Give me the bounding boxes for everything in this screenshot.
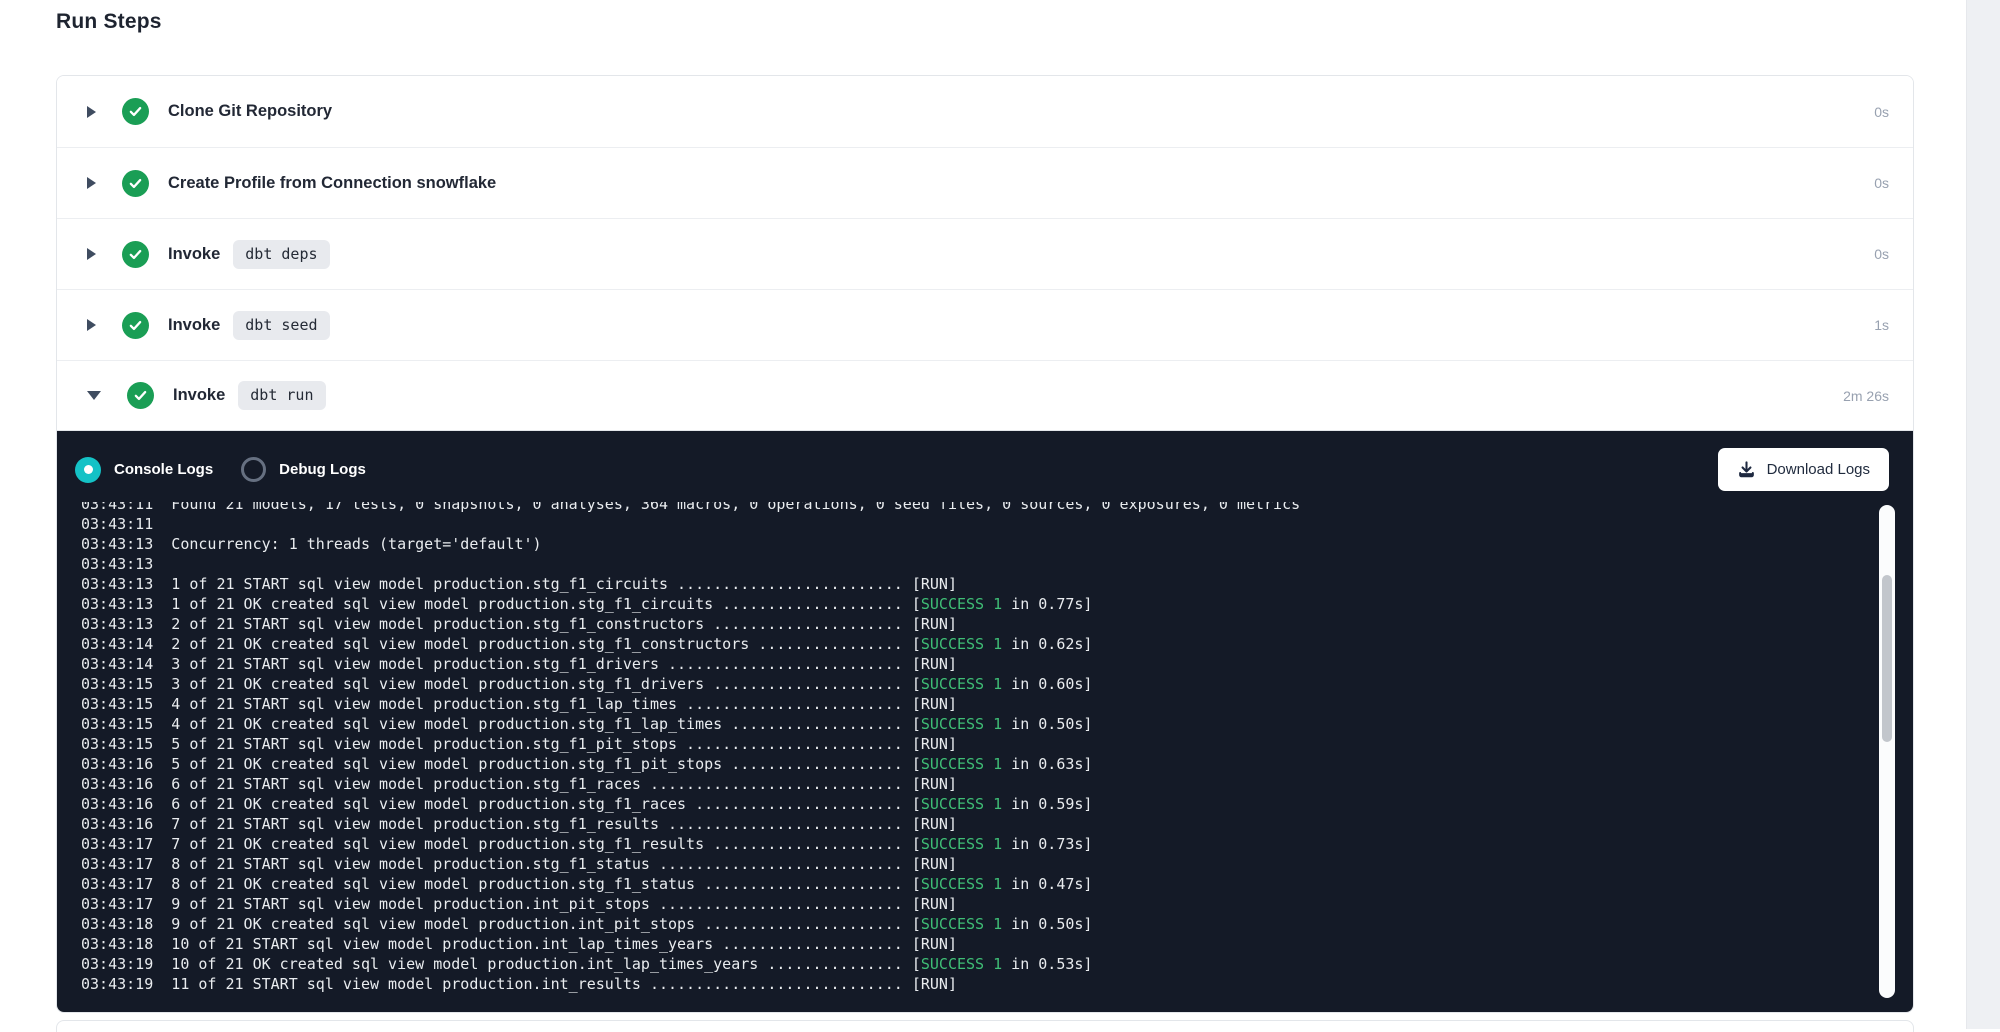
log-line: 03:43:13 1 of 21 OK created sql view mod… xyxy=(81,594,1873,614)
log-line: 03:43:16 6 of 21 START sql view model pr… xyxy=(81,774,1873,794)
step-command-chip: dbt run xyxy=(238,381,325,410)
log-line: 03:43:18 10 of 21 START sql view model p… xyxy=(81,934,1873,954)
log-line: 03:43:13 2 of 21 START sql view model pr… xyxy=(81,614,1873,634)
log-line: 03:43:15 4 of 21 START sql view model pr… xyxy=(81,694,1873,714)
step-duration: 0s xyxy=(1874,175,1889,191)
log-tab-label: Console Logs xyxy=(114,461,213,478)
log-line: 03:43:13 Concurrency: 1 threads (target=… xyxy=(81,534,1873,554)
success-check-icon xyxy=(122,312,149,339)
page-title: Run Steps xyxy=(56,10,162,34)
log-line: 03:43:13 xyxy=(81,554,1873,574)
success-check-icon xyxy=(122,170,149,197)
step-duration: 1s xyxy=(1874,317,1889,333)
radio-icon xyxy=(75,457,101,483)
chevron-icon[interactable] xyxy=(87,248,96,260)
log-tab[interactable]: Console Logs xyxy=(75,457,213,483)
log-line: 03:43:11 Found 21 models, 17 tests, 0 sn… xyxy=(81,502,1873,514)
run-steps-list: Clone Git Repository 0s Create Profile f… xyxy=(57,76,1913,430)
run-steps-card: Clone Git Repository 0s Create Profile f… xyxy=(56,75,1914,1013)
console-scrollbar-thumb[interactable] xyxy=(1882,575,1892,742)
log-line: 03:43:11 xyxy=(81,514,1873,534)
radio-icon xyxy=(241,457,266,482)
console-scrollbar[interactable] xyxy=(1879,505,1895,998)
log-line: 03:43:17 7 of 21 OK created sql view mod… xyxy=(81,834,1873,854)
log-line: 03:43:14 3 of 21 START sql view model pr… xyxy=(81,654,1873,674)
step-row[interactable]: Invoke dbt deps 0s xyxy=(57,218,1913,289)
step-row[interactable]: Invoke dbt seed 1s xyxy=(57,289,1913,360)
step-row[interactable]: Clone Git Repository 0s xyxy=(57,76,1913,147)
step-command-chip: dbt deps xyxy=(233,240,329,269)
console-header: Console Logs Debug Logs Download Logs xyxy=(57,431,1913,502)
chevron-icon[interactable] xyxy=(87,391,101,400)
step-label: Create Profile from Connection snowflake xyxy=(168,174,496,193)
chevron-icon[interactable] xyxy=(87,177,96,189)
log-line: 03:43:19 11 of 21 START sql view model p… xyxy=(81,974,1873,994)
log-line: 03:43:17 8 of 21 START sql view model pr… xyxy=(81,854,1873,874)
step-duration: 0s xyxy=(1874,246,1889,262)
log-line: 03:43:15 3 of 21 OK created sql view mod… xyxy=(81,674,1873,694)
log-line: 03:43:17 8 of 21 OK created sql view mod… xyxy=(81,874,1873,894)
step-row[interactable]: Invoke dbt run 2m 26s xyxy=(57,360,1913,430)
download-icon xyxy=(1737,460,1756,479)
step-label: Clone Git Repository xyxy=(168,102,332,121)
log-line: 03:43:15 4 of 21 OK created sql view mod… xyxy=(81,714,1873,734)
step-command-chip: dbt seed xyxy=(233,311,329,340)
success-check-icon xyxy=(122,98,149,125)
page-right-gutter xyxy=(1966,0,2000,1029)
log-line: 03:43:18 9 of 21 OK created sql view mod… xyxy=(81,914,1873,934)
success-check-icon xyxy=(122,241,149,268)
download-logs-button[interactable]: Download Logs xyxy=(1718,448,1889,491)
log-line: 03:43:17 9 of 21 START sql view model pr… xyxy=(81,894,1873,914)
log-line: 03:43:19 10 of 21 OK created sql view mo… xyxy=(81,954,1873,974)
log-line: 03:43:15 5 of 21 START sql view model pr… xyxy=(81,734,1873,754)
log-line: 03:43:14 2 of 21 OK created sql view mod… xyxy=(81,634,1873,654)
log-line: 03:43:16 5 of 21 OK created sql view mod… xyxy=(81,754,1873,774)
console-log-output[interactable]: 03:43:11 Found 21 models, 17 tests, 0 sn… xyxy=(57,502,1873,998)
chevron-icon[interactable] xyxy=(87,319,96,331)
console-panel: Console Logs Debug Logs Download Logs 03… xyxy=(57,430,1913,1013)
log-line: 03:43:16 6 of 21 OK created sql view mod… xyxy=(81,794,1873,814)
step-duration: 0s xyxy=(1874,104,1889,120)
success-check-icon xyxy=(127,382,154,409)
step-label: Invoke xyxy=(168,245,220,264)
next-step-card-edge xyxy=(56,1020,1914,1032)
download-logs-label: Download Logs xyxy=(1767,461,1870,478)
step-label: Invoke xyxy=(168,316,220,335)
chevron-icon[interactable] xyxy=(87,106,96,118)
log-line: 03:43:16 7 of 21 START sql view model pr… xyxy=(81,814,1873,834)
log-line: 03:43:13 1 of 21 START sql view model pr… xyxy=(81,574,1873,594)
log-type-radio-group: Console Logs Debug Logs xyxy=(75,457,394,483)
step-row[interactable]: Create Profile from Connection snowflake… xyxy=(57,147,1913,218)
step-label: Invoke xyxy=(173,386,225,405)
log-tab-label: Debug Logs xyxy=(279,461,366,478)
step-duration: 2m 26s xyxy=(1843,388,1889,404)
log-tab[interactable]: Debug Logs xyxy=(241,457,366,482)
